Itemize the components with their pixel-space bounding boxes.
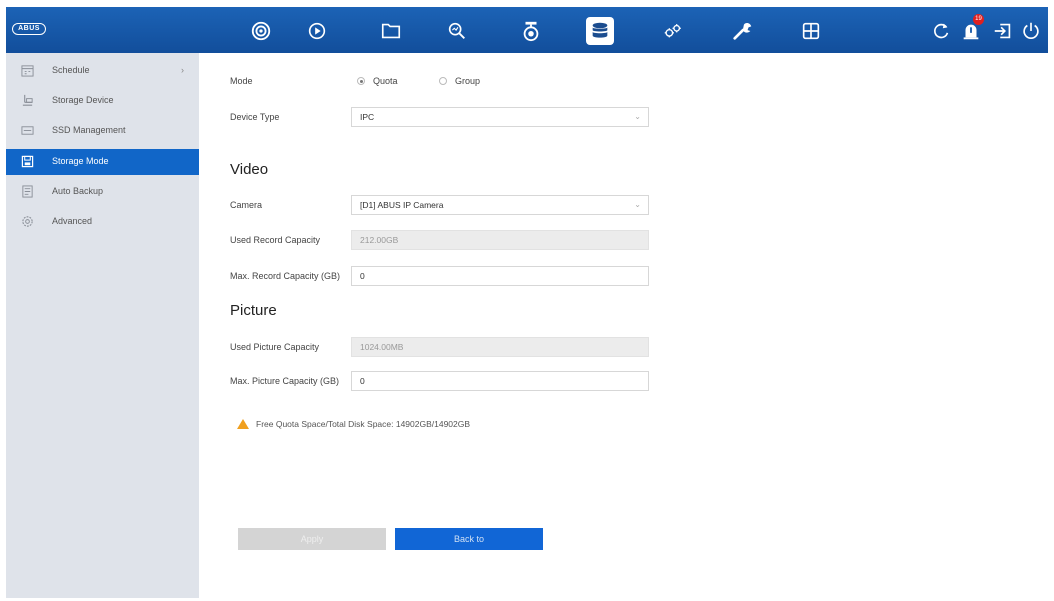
sidebar-item-label: Storage Mode	[52, 156, 109, 166]
alarm-icon[interactable]: 19	[956, 14, 986, 46]
playback-icon[interactable]	[302, 16, 332, 46]
video-section-title: Video	[230, 161, 269, 178]
abus-logo: ABUS	[12, 23, 46, 35]
used-picture-capacity-label: Used Picture Capacity	[230, 342, 320, 352]
max-record-capacity-input[interactable]: 0	[351, 266, 649, 286]
max-picture-capacity-value: 0	[360, 376, 365, 386]
device-type-select[interactable]: IPC ⌄	[351, 107, 649, 127]
top-navigation-bar: ABUS 19	[6, 7, 1048, 53]
backup-icon	[22, 185, 33, 198]
used-picture-capacity-value: 1024.00MB	[360, 342, 404, 352]
storage-icon[interactable]	[586, 17, 614, 45]
apps-icon[interactable]	[796, 16, 826, 46]
used-record-capacity-label: Used Record Capacity	[230, 235, 321, 245]
smart-analysis-icon[interactable]	[442, 16, 472, 46]
sidebar-item-advanced[interactable]: Advanced	[6, 209, 199, 235]
sidebar-item-label: Auto Backup	[52, 186, 104, 196]
mode-group-label: Group	[455, 76, 481, 86]
used-picture-capacity-field: 1024.00MB	[351, 337, 649, 357]
device-type-value: IPC	[360, 112, 375, 122]
app-window: ABUS 19 Schedule › Storage Device SSD Ma…	[6, 7, 1048, 598]
camera-icon[interactable]	[516, 16, 546, 46]
device-type-label: Device Type	[230, 112, 280, 122]
mode-quota-label: Quota	[373, 76, 398, 86]
mode-label: Mode	[230, 76, 253, 86]
quota-warning: Free Quota Space/Total Disk Space: 14902…	[237, 419, 470, 429]
used-record-capacity-value: 212.00GB	[360, 235, 399, 245]
live-view-icon[interactable]	[246, 16, 276, 46]
advanced-icon	[22, 216, 33, 227]
sidebar-item-storage-device[interactable]: Storage Device	[6, 88, 199, 114]
radio-selected-indicator	[357, 77, 365, 85]
storage-mode-panel: Mode Quota Group Device Type IPC ⌄ Video…	[199, 53, 1048, 598]
maintenance-icon[interactable]	[728, 16, 758, 46]
alarm-count-badge: 19	[973, 14, 984, 25]
sidebar-item-ssd-management[interactable]: SSD Management	[6, 118, 199, 144]
sidebar-item-auto-backup[interactable]: Auto Backup	[6, 179, 199, 205]
radio-unselected-indicator	[439, 77, 447, 85]
ssd-icon	[21, 126, 34, 135]
chevron-down-icon: ⌄	[634, 200, 641, 209]
storage-device-icon	[22, 94, 33, 106]
sidebar-item-label: Advanced	[52, 216, 93, 226]
sidebar-item-storage-mode[interactable]: Storage Mode	[6, 149, 199, 175]
picture-section-title: Picture	[230, 302, 277, 319]
refresh-icon[interactable]	[926, 16, 956, 46]
sidebar-item-label: SSD Management	[52, 125, 126, 135]
sidebar-item-label: Schedule	[52, 65, 90, 75]
sidebar: Schedule › Storage Device SSD Management…	[6, 53, 199, 598]
camera-select[interactable]: [D1] ABUS IP Camera ⌄	[351, 195, 649, 215]
storage-mode-icon	[21, 155, 34, 168]
sidebar-item-label: Storage Device	[52, 95, 114, 105]
sidebar-item-schedule[interactable]: Schedule ›	[6, 58, 199, 84]
chevron-right-icon: ›	[181, 65, 184, 75]
logout-icon[interactable]	[988, 16, 1018, 46]
camera-label: Camera	[230, 200, 263, 210]
system-settings-icon[interactable]	[658, 16, 688, 46]
quota-warning-text: Free Quota Space/Total Disk Space: 14902…	[256, 419, 471, 429]
mode-group-radio[interactable]: Group	[439, 76, 480, 86]
max-picture-capacity-input[interactable]: 0	[351, 371, 649, 391]
schedule-icon	[21, 65, 34, 77]
max-record-capacity-value: 0	[360, 271, 365, 281]
apply-button[interactable]: Apply	[238, 528, 386, 550]
warning-icon	[237, 419, 249, 429]
back-button[interactable]: Back to	[395, 528, 543, 550]
max-picture-capacity-label: Max. Picture Capacity (GB)	[230, 376, 340, 386]
power-icon[interactable]	[1016, 16, 1046, 46]
chevron-down-icon: ⌄	[634, 112, 641, 121]
camera-value: [D1] ABUS IP Camera	[360, 200, 444, 210]
used-record-capacity-field: 212.00GB	[351, 230, 649, 250]
file-management-icon[interactable]	[376, 16, 406, 46]
mode-quota-radio[interactable]: Quota	[357, 76, 398, 86]
max-record-capacity-label: Max. Record Capacity (GB)	[230, 271, 341, 281]
